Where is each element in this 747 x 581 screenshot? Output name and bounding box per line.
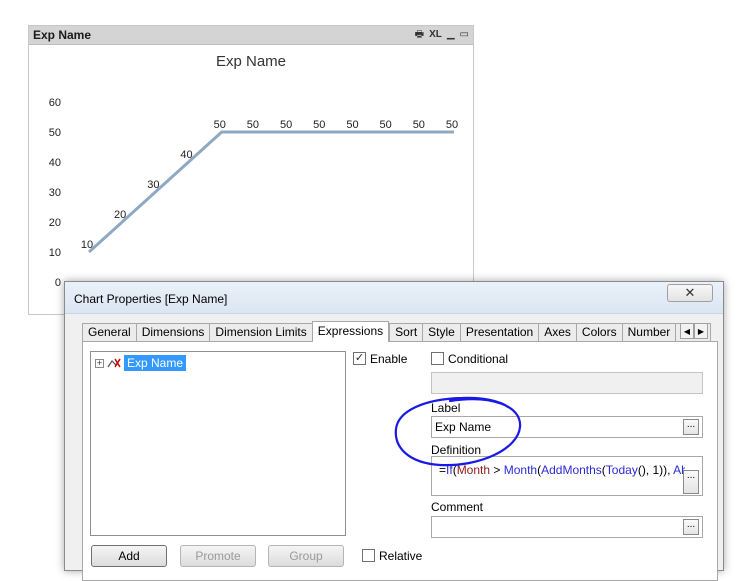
chart-caption-title: Exp Name	[33, 28, 92, 42]
data-label: 30	[147, 179, 159, 191]
definition-operator-token: (), 1)),	[637, 463, 674, 477]
tab-style[interactable]: Style	[422, 323, 460, 342]
data-label: 50	[280, 119, 292, 131]
data-label: 50	[380, 119, 392, 131]
y-tick-label: 10	[49, 247, 61, 259]
enable-checkbox[interactable]: ✓	[353, 352, 366, 365]
relative-label: Relative	[379, 549, 423, 563]
tab-scroll-left-button[interactable]: ◀	[680, 323, 694, 339]
tab-axes[interactable]: Axes	[538, 323, 576, 342]
minimize-icon[interactable]: ▁	[447, 28, 455, 42]
data-label: 50	[214, 119, 226, 131]
data-label: 50	[313, 119, 325, 131]
close-button[interactable]: ✕	[667, 284, 713, 302]
annotation-circle	[394, 396, 522, 467]
tab-sort[interactable]: Sort	[389, 323, 423, 342]
comment-input[interactable]	[431, 516, 703, 538]
print-icon[interactable]: 🖶	[415, 28, 424, 42]
tab-number[interactable]: Number	[621, 323, 676, 342]
expression-icon	[107, 358, 121, 368]
y-tick-label: 40	[49, 157, 61, 169]
xl-icon[interactable]: XL	[429, 28, 442, 42]
chart-caption-bar[interactable]: Exp Name 🖶 XL ▁ ▭	[29, 26, 473, 45]
definition-edit-button[interactable]: ...	[683, 470, 699, 494]
conditional-checkbox[interactable]	[431, 352, 444, 365]
ellipsis-icon: ...	[686, 419, 696, 430]
chart-title: Exp Name	[216, 53, 286, 70]
group-button[interactable]: Group	[268, 545, 344, 567]
data-label-group: 10 20 30 40 50 50 50 50 50 50 50 50	[81, 119, 458, 251]
y-tick-label: 0	[55, 277, 61, 289]
y-tick-label: 50	[49, 127, 61, 139]
tab-scroll-right-button[interactable]: ▶	[694, 323, 708, 339]
ellipsis-icon: ...	[686, 470, 696, 481]
chevron-left-icon: ◀	[683, 326, 691, 336]
dialog-titlebar[interactable]: Chart Properties [Exp Name] ✕	[65, 282, 723, 314]
line-chart: Exp Name 0 10 20 30 40 50 60 10 20 30 40 50 50 50 50 5…	[49, 53, 458, 289]
conditional-input	[431, 372, 703, 394]
tab-dimension-limits[interactable]: Dimension Limits	[209, 323, 312, 342]
y-axis: 0 10 20 30 40 50 60	[49, 97, 61, 289]
add-button[interactable]: Add	[91, 545, 167, 567]
relative-checkbox[interactable]	[362, 549, 375, 562]
tab-scroll: ◀ ▶	[680, 323, 708, 339]
tab-dimensions[interactable]: Dimensions	[135, 323, 210, 342]
chevron-right-icon: ▶	[697, 326, 705, 336]
expand-icon[interactable]: +	[95, 358, 104, 368]
y-tick-label: 30	[49, 187, 61, 199]
tab-expressions[interactable]: Expressions	[311, 321, 390, 342]
close-icon: ✕	[684, 285, 696, 300]
conditional-label: Conditional	[448, 352, 509, 366]
tab-strip: General Dimensions Dimension Limits Express…	[82, 321, 712, 342]
expressions-tree[interactable]: + Exp Name	[90, 351, 346, 536]
enable-label: Enable	[370, 352, 408, 366]
ellipsis-icon: ...	[686, 519, 696, 530]
expression-item-label: Exp Name	[124, 355, 187, 371]
data-label: 50	[446, 119, 458, 131]
chart-object[interactable]: Exp Name 🖶 XL ▁ ▭ Exp Name 0 10 20 30 40 50 60…	[28, 25, 474, 315]
caption-icons: 🖶 XL ▁ ▭	[415, 28, 469, 42]
tab-presentation[interactable]: Presentation	[459, 323, 539, 342]
data-label: 20	[114, 209, 126, 221]
data-label: 50	[346, 119, 358, 131]
tree-item[interactable]: + Exp Name	[95, 355, 187, 371]
tab-general[interactable]: General	[82, 323, 136, 342]
tab-colors[interactable]: Colors	[575, 323, 622, 342]
definition-function-token: AddMonths	[541, 463, 602, 477]
y-tick-label: 60	[49, 97, 61, 109]
definition-function-token: Today	[605, 463, 638, 477]
dialog-title: Chart Properties [Exp Name]	[74, 292, 228, 306]
maximize-icon[interactable]: ▭	[460, 28, 469, 42]
check-icon: ✓	[354, 352, 365, 364]
label-edit-button[interactable]: ...	[683, 419, 699, 435]
data-label: 50	[247, 119, 259, 131]
data-label: 10	[81, 239, 93, 251]
comment-edit-button[interactable]: ...	[683, 519, 699, 535]
data-label: 50	[413, 119, 425, 131]
y-tick-label: 20	[49, 217, 61, 229]
data-label: 40	[180, 149, 192, 161]
series-line	[87, 130, 454, 254]
comment-field-label: Comment	[431, 500, 484, 514]
series-group	[87, 130, 454, 254]
promote-button[interactable]: Promote	[180, 545, 256, 567]
